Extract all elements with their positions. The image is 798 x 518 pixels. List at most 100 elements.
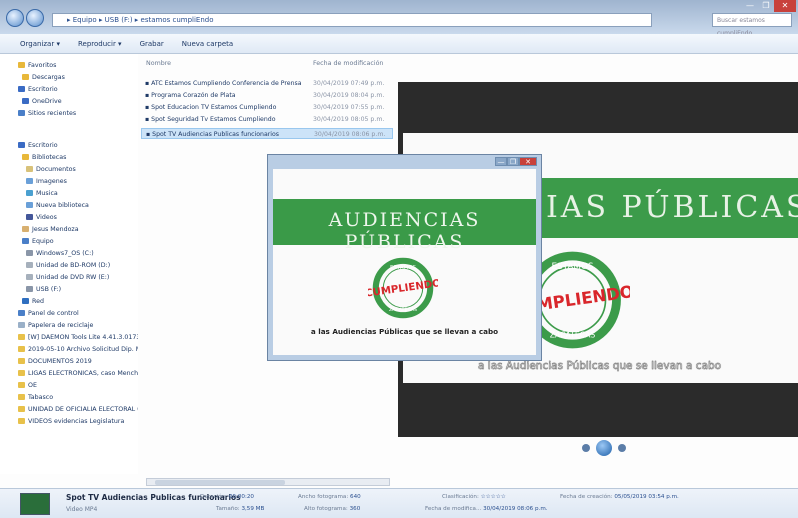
sidebar-item[interactable]: Escritorio (0, 84, 138, 95)
file-name: ▪ Spot Educacion TV Estamos Cumpliendo (145, 104, 277, 111)
sidebar-item-label: Imagenes (36, 178, 67, 185)
desktop-icon (18, 86, 25, 92)
new-folder-button[interactable]: Nueva carpeta (182, 40, 233, 48)
sidebar-item[interactable]: 2019-05-10 Archivo Solicitud Dip. M (0, 344, 138, 355)
file-date: 30/04/2019 08:04 p.m. (313, 92, 385, 99)
horizontal-scrollbar[interactable] (146, 478, 390, 486)
sidebar-item-label: Documentos (36, 166, 76, 173)
sidebar-item[interactable]: Panel de control (0, 308, 138, 319)
command-bar: Organizar ▾ Reproducir ▾ Grabar Nueva ca… (0, 34, 798, 54)
sidebar-item[interactable]: UNIDAD DE OFICIALIA ELECTORAL ( (0, 404, 138, 415)
sidebar-item[interactable]: Descargas (0, 72, 138, 83)
sidebar-item[interactable]: LIGAS ELECTRONICAS, caso Menchac (0, 368, 138, 379)
sidebar-item-label: Sitios recientes (28, 110, 77, 117)
sidebar-item[interactable]: Red (0, 296, 138, 307)
scroll-thumb[interactable] (155, 480, 285, 485)
sidebar-item-label: Unidad de DVD RW (E:) (36, 274, 110, 281)
sidebar-item[interactable]: Windows7_OS (C:) (0, 248, 138, 259)
sidebar-item[interactable]: Escritorio (0, 140, 138, 151)
back-button[interactable] (6, 9, 24, 27)
media-player-window[interactable]: — ❐ ✕ AUDIENCIAS PÚBLICAS ESTAMOS CUMPLI… (267, 154, 542, 361)
file-row[interactable]: ▪ Programa Corazón de Plata 30/04/2019 08… (141, 90, 393, 101)
sidebar-item[interactable]: Videos (0, 212, 138, 223)
file-name: ▪ Programa Corazón de Plata (145, 92, 236, 99)
folder-icon (18, 406, 25, 412)
close-button[interactable]: ✕ (774, 0, 796, 12)
burn-button[interactable]: Grabar (140, 40, 164, 48)
navigation-pane: Favoritos Descargas Escritorio OneDrive Siti… (0, 54, 138, 474)
sidebar-item[interactable]: USB (F:) (0, 284, 138, 295)
minimize-button[interactable]: — (742, 0, 758, 12)
file-name: ▪ ATC Estamos Cumpliendo Conferencia de … (145, 80, 302, 87)
file-row[interactable]: ▪ Spot TV Audiencias Publicas funcionari… (141, 128, 393, 139)
computer-icon (22, 238, 29, 244)
seal-bottom-text: ZACATECAS (389, 307, 417, 313)
sidebar-item[interactable]: Papelera de reciclaje (0, 320, 138, 331)
address-bar[interactable]: ▸ Equipo ▸ USB (F:) ▸ estamos cumpliEndo (52, 13, 652, 27)
file-row[interactable]: ▪ Spot Seguridad Tv Estamos Cumpliendo 30… (141, 114, 393, 125)
sidebar-item[interactable]: Jesus Mendoza (0, 224, 138, 235)
player-maximize-button[interactable]: ❐ (507, 157, 519, 166)
sidebar-item[interactable]: Bibliotecas (0, 152, 138, 163)
library-icon (22, 154, 29, 160)
sidebar-item[interactable]: Musica (0, 188, 138, 199)
folder-icon (18, 334, 25, 340)
disc-icon (26, 274, 33, 280)
file-row[interactable]: ▪ ATC Estamos Cumpliendo Conferencia de … (141, 78, 393, 89)
sidebar-item[interactable]: Equipo (0, 236, 138, 247)
sidebar-item-label: Equipo (32, 238, 54, 245)
file-row[interactable]: ▪ Spot Educacion TV Estamos Cumpliendo 30… (141, 102, 393, 113)
user-icon (22, 226, 29, 232)
sidebar-item[interactable]: [W] DAEMON Tools Lite 4.41.3.0173 (0, 332, 138, 343)
previous-icon[interactable] (582, 444, 590, 452)
play-icon[interactable] (596, 440, 612, 456)
sidebar-item-label: UNIDAD DE OFICIALIA ELECTORAL ( (28, 406, 138, 413)
details-created: Fecha de creación: 05/05/2019 03:54 p.m. (560, 494, 679, 500)
player-video-area: AUDIENCIAS PÚBLICAS ESTAMOS CUMPLIENDO Z… (273, 169, 536, 355)
sidebar-item[interactable]: Imagenes (0, 176, 138, 187)
sidebar-item-label: Papelera de reciclaje (28, 322, 94, 329)
column-header-name[interactable]: Nombre (146, 60, 171, 67)
sidebar-item-label: LIGAS ELECTRONICAS, caso Menchac (28, 370, 138, 377)
sidebar-item-label: Videos (36, 214, 57, 221)
sidebar-item[interactable]: Documentos (0, 164, 138, 175)
player-close-button[interactable]: ✕ (519, 157, 537, 166)
sidebar-item[interactable]: VIDEOS evidencias Legislatura (0, 416, 138, 427)
next-icon[interactable] (618, 444, 626, 452)
sidebar-item[interactable]: Unidad de BD-ROM (D:) (0, 260, 138, 271)
folder-icon (18, 418, 25, 424)
column-header-date[interactable]: Fecha de modificación (313, 60, 383, 67)
sidebar-item[interactable]: Sitios recientes (0, 108, 138, 119)
details-rating[interactable]: Clasificación: ☆☆☆☆☆ (442, 494, 506, 500)
forward-button[interactable] (26, 9, 44, 27)
documents-icon (26, 166, 33, 172)
control-panel-icon (18, 310, 25, 316)
file-date: 30/04/2019 07:49 p.m. (313, 80, 385, 87)
sidebar-item-label: Panel de control (28, 310, 79, 317)
sidebar-item[interactable]: Tabasco (0, 392, 138, 403)
sidebar-item-label: OE (28, 382, 37, 389)
player-minimize-button[interactable]: — (495, 157, 507, 166)
sidebar-item[interactable]: Nueva biblioteca (0, 200, 138, 211)
sidebar-item[interactable]: OE (0, 380, 138, 391)
disc-icon (26, 262, 33, 268)
sidebar-item[interactable]: Favoritos (0, 60, 138, 71)
sidebar-item-label: VIDEOS evidencias Legislatura (28, 418, 125, 425)
sidebar-item[interactable]: Unidad de DVD RW (E:) (0, 272, 138, 283)
sidebar-item[interactable]: DOCUMENTOS 2019 (0, 356, 138, 367)
sidebar-item-label: Red (32, 298, 44, 305)
search-input[interactable]: Buscar estamos cumpliEndo (712, 13, 792, 37)
details-pane: Spot TV Audiencias Publicas funcionarios… (0, 488, 798, 518)
organize-button[interactable]: Organizar ▾ (20, 40, 60, 48)
file-date: 30/04/2019 07:55 p.m. (313, 104, 385, 111)
sidebar-item-label: Escritorio (28, 142, 58, 149)
maximize-button[interactable]: ❐ (758, 0, 774, 12)
sidebar-item-label: Favoritos (28, 62, 57, 69)
play-button[interactable]: Reproducir ▾ (78, 40, 122, 48)
sidebar-item[interactable]: OneDrive (0, 96, 138, 107)
seal-top-text: ESTAMOS (390, 265, 416, 271)
sidebar-item-label: [W] DAEMON Tools Lite 4.41.3.0173 (28, 334, 138, 341)
sidebar-item-label: Escritorio (28, 86, 58, 93)
preview-banner-text: CIAS PÚBLICAS (520, 190, 798, 225)
details-size: Tamaño: 3,59 MB (216, 506, 265, 512)
